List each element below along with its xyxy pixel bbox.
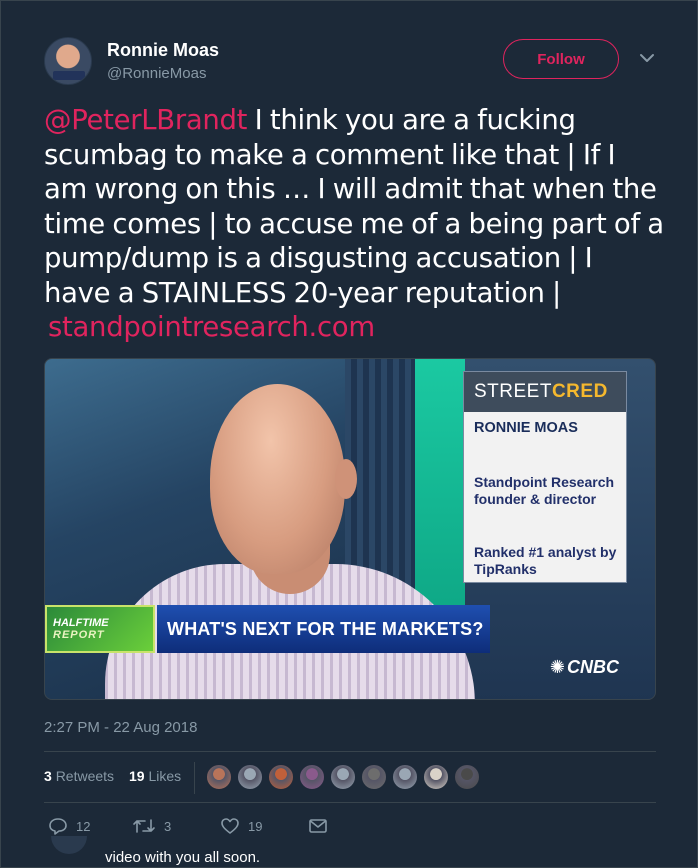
heart-icon [221,818,239,834]
badge-name: RONNIE MOAS [474,420,578,436]
avatar[interactable] [44,37,92,85]
follow-button[interactable]: Follow [503,39,619,79]
like-count: 19 [248,818,263,834]
liker-avatar[interactable] [299,764,325,790]
liker-avatar[interactable] [237,764,263,790]
likes-label: Likes [148,768,182,784]
chevron-down-icon[interactable] [638,49,656,67]
liker-avatar[interactable] [423,764,449,790]
show-line1: HALFTIME [53,617,109,629]
reply-icon [49,818,67,835]
avatar[interactable] [51,836,87,854]
liker-avatar[interactable] [454,764,480,790]
retweets-stat[interactable]: 3 Retweets [44,768,114,784]
person-ear [335,459,357,499]
network-name: CNBC [567,657,619,677]
author-handle[interactable]: @RonnieMoas [107,65,206,82]
tweet-card: Ronnie Moas @RonnieMoas Follow @PeterLBr… [0,0,698,868]
badge-rank: Ranked #1 analyst by TipRanks [474,544,617,577]
tweet-stats: 3 Retweets 19 Likes [44,752,656,802]
retweet-count: 3 [164,818,172,834]
liker-avatar[interactable] [330,764,356,790]
direct-message-button[interactable] [308,816,336,836]
liker-avatar[interactable] [361,764,387,790]
show-line2: REPORT [53,629,105,641]
retweet-icon [133,819,155,833]
person-head [210,384,345,574]
retweets-count: 3 [44,768,52,784]
tweet-timestamp[interactable]: 2:27 PM - 22 Aug 2018 [44,719,197,736]
badge-street: STREET [474,381,552,402]
divider [44,802,656,803]
tweet-text: @PeterLBrandt I think you are a fucking … [44,103,664,345]
lower-third: HALFTIME REPORT WHAT'S NEXT FOR THE MARK… [45,605,490,653]
badge-cred: CRED [551,381,608,402]
reply-count: 12 [76,818,91,834]
media-image[interactable]: STREET CRED RONNIE MOAS Standpoint Resear… [44,358,656,700]
liker-avatar[interactable] [392,764,418,790]
url-link[interactable]: standpointresearch.com [48,310,375,345]
peacock-icon: ✺ [549,657,565,677]
mention-link[interactable]: @PeterLBrandt [44,104,247,136]
street-cred-title: STREET CRED [464,372,626,412]
retweets-label: Retweets [55,768,115,784]
show-logo: HALFTIME REPORT [45,605,155,653]
headline-banner: WHAT'S NEXT FOR THE MARKETS? [157,605,490,653]
likes-count: 19 [129,768,145,784]
next-tweet[interactable]: video with you all soon. [1,836,698,868]
tweet-actions: 12 3 19 [44,816,656,840]
tweet-header: Ronnie Moas @RonnieMoas Follow [44,37,657,85]
likes-stat[interactable]: 19 Likes [129,768,181,784]
next-tweet-text: video with you all soon. [105,849,261,866]
badge-title: Standpoint Research founder & director [474,474,615,507]
street-cred-badge: STREET CRED RONNIE MOAS Standpoint Resear… [463,371,627,583]
divider [194,762,195,794]
retweet-button[interactable]: 3 [132,816,171,836]
envelope-icon [309,819,327,833]
liker-avatar[interactable] [268,764,294,790]
reply-button[interactable]: 12 [48,816,90,836]
liker-avatar[interactable] [206,764,232,790]
like-button[interactable]: 19 [220,816,262,836]
network-logo: ✺ CNBC [550,657,619,678]
author-name[interactable]: Ronnie Moas [107,40,219,61]
